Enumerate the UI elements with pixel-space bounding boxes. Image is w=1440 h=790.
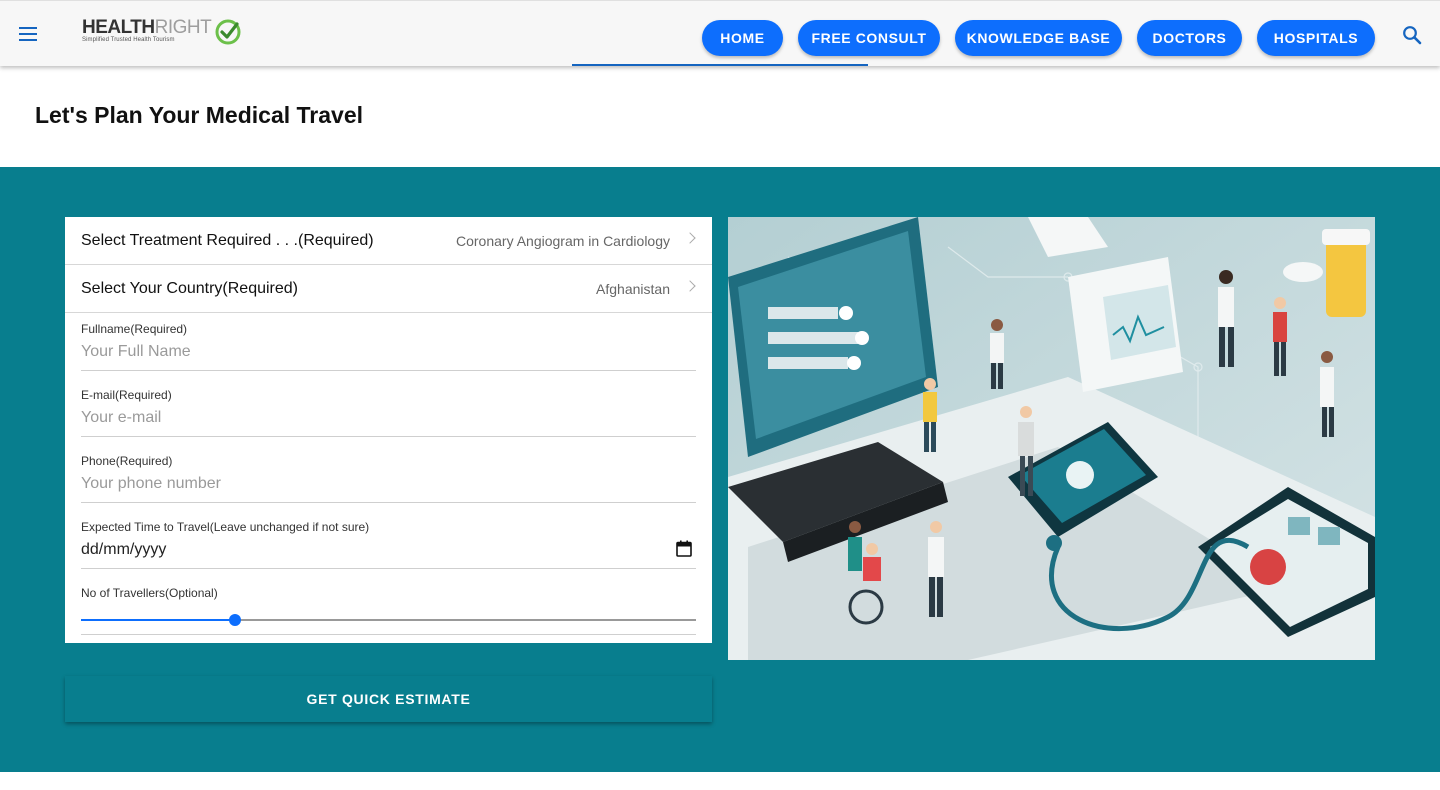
email-input[interactable] bbox=[81, 409, 696, 427]
chevron-right-icon bbox=[684, 280, 696, 292]
nav-knowledge-base-button[interactable]: KNOWLEDGE BASE bbox=[955, 20, 1122, 56]
treatment-select[interactable]: Select Treatment Required . . .(Required… bbox=[65, 217, 712, 265]
search-icon[interactable] bbox=[1400, 23, 1424, 47]
travel-date-input[interactable]: dd/mm/yyyy bbox=[81, 541, 166, 559]
phone-input[interactable] bbox=[81, 475, 696, 493]
main-nav: HOME FREE CONSULT KNOWLEDGE BASE DOCTORS… bbox=[0, 20, 1440, 56]
travel-date-field: Expected Time to Travel(Leave unchanged … bbox=[81, 511, 696, 569]
nav-hospitals-button[interactable]: HOSPITALS bbox=[1257, 20, 1375, 56]
treatment-select-value: Coronary Angiogram in Cardiology bbox=[456, 233, 670, 249]
nav-doctors-button[interactable]: DOCTORS bbox=[1137, 20, 1242, 56]
active-tab-indicator bbox=[572, 64, 868, 66]
email-label: E-mail(Required) bbox=[81, 388, 172, 402]
phone-label: Phone(Required) bbox=[81, 454, 173, 468]
email-field: E-mail(Required) bbox=[81, 379, 696, 437]
nav-home-button[interactable]: HOME bbox=[702, 20, 783, 56]
get-quick-estimate-button[interactable]: GET QUICK ESTIMATE bbox=[65, 676, 712, 722]
fullname-input[interactable] bbox=[81, 343, 696, 361]
country-select-label: Select Your Country(Required) bbox=[81, 280, 299, 297]
country-select[interactable]: Select Your Country(Required) Afghanista… bbox=[65, 265, 712, 313]
country-select-value: Afghanistan bbox=[596, 281, 670, 297]
travel-form-card: Select Treatment Required . . .(Required… bbox=[65, 217, 712, 643]
page-title: Let's Plan Your Medical Travel bbox=[35, 102, 364, 128]
travellers-slider-fill bbox=[81, 619, 235, 621]
fullname-label: Fullname(Required) bbox=[81, 322, 188, 336]
medical-technology-illustration bbox=[728, 217, 1375, 660]
travel-date-label: Expected Time to Travel(Leave unchanged … bbox=[81, 520, 370, 534]
treatment-select-label: Select Treatment Required . . .(Required… bbox=[81, 232, 374, 249]
travellers-field: No of Travellers(Optional) bbox=[81, 577, 696, 635]
calendar-icon[interactable] bbox=[676, 540, 692, 557]
travellers-label: No of Travellers(Optional) bbox=[81, 586, 218, 600]
fullname-field: Fullname(Required) bbox=[81, 313, 696, 371]
plan-travel-section: Select Treatment Required . . .(Required… bbox=[0, 167, 1440, 772]
travellers-slider-thumb[interactable] bbox=[228, 614, 241, 626]
top-app-bar: HEALTHRIGHT Simplified Trusted Health To… bbox=[0, 0, 1440, 66]
chevron-right-icon bbox=[684, 232, 696, 244]
travellers-slider[interactable] bbox=[81, 614, 696, 626]
phone-field: Phone(Required) bbox=[81, 445, 696, 503]
nav-free-consult-button[interactable]: FREE CONSULT bbox=[798, 20, 940, 56]
